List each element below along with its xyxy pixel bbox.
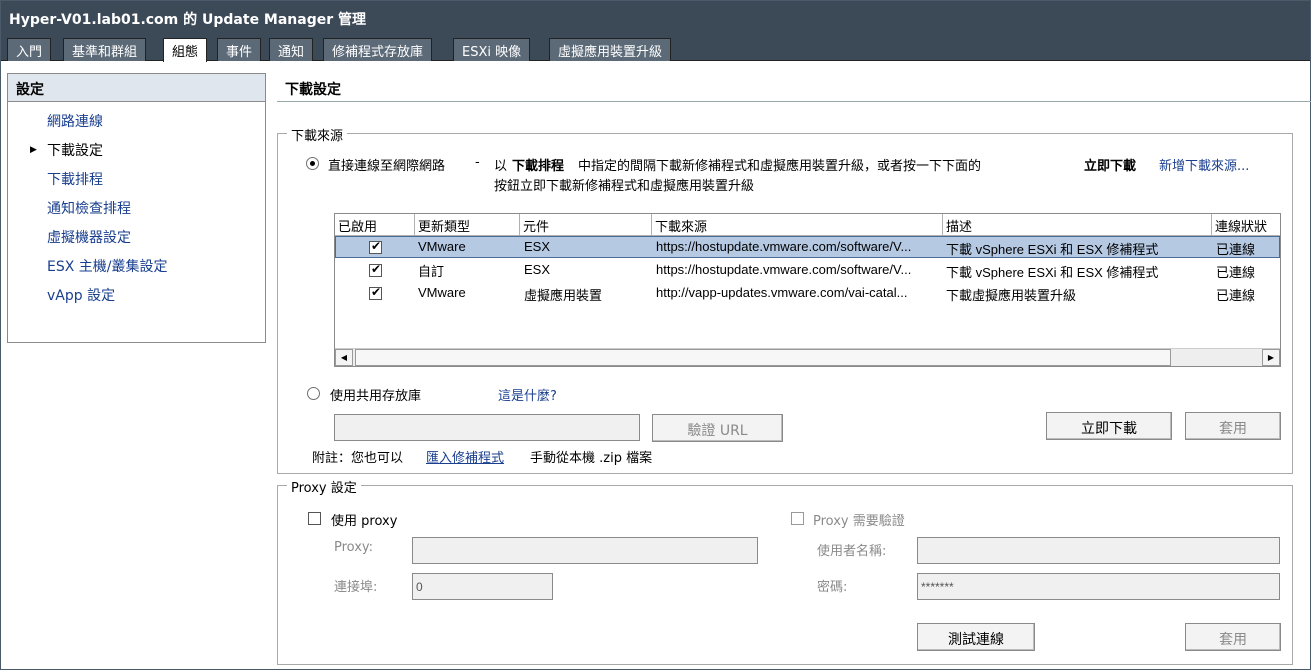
use-proxy-label: 使用 proxy — [331, 514, 398, 529]
row-description: 下載 vSphere ESXi 和 ESX 修補程式 — [946, 265, 1159, 280]
proxy-settings-legend: Proxy 設定 — [287, 477, 361, 496]
download-sources-table: 已啟用 更新類型 元件 下載來源 描述 連線狀狀 ✔ VMware ESX ht… — [334, 213, 1281, 367]
table-row[interactable]: ✔ 自訂 ESX https://hostupdate.vmware.com/s… — [335, 259, 1280, 281]
row-description: 下載虛擬應用裝置升級 — [946, 288, 1077, 303]
title-divider — [277, 101, 1311, 102]
download-sources-legend: 下載來源 — [287, 125, 348, 144]
direct-desc-bold-schedule: 下載排程 — [512, 159, 565, 174]
row-component: ESX — [524, 262, 551, 277]
proxy-host-label: Proxy: — [334, 540, 374, 555]
tab-esxi-images[interactable]: ESXi 映像 — [453, 38, 531, 61]
tab-patch-repository[interactable]: 修補程式存放庫 — [323, 38, 433, 61]
sidebar-item-esx-host-settings[interactable]: ESX 主機/叢集設定 — [47, 256, 168, 276]
scrollbar-thumb[interactable] — [355, 349, 1171, 366]
download-now-button[interactable]: 立即下載 — [1046, 412, 1172, 440]
row-enabled-checkbox[interactable]: ✔ — [369, 262, 382, 277]
page-title: 下載設定 — [285, 82, 341, 98]
proxy-host-input[interactable] — [412, 537, 758, 564]
proxy-port-label: 連接埠: — [334, 580, 378, 595]
row-component: ESX — [524, 239, 551, 254]
direct-desc-dash: - — [475, 155, 480, 170]
scroll-right-arrow-icon[interactable]: ▶ — [1262, 349, 1280, 366]
column-header-component[interactable]: 元件 — [520, 214, 652, 236]
row-source: https://hostupdate.vmware.com/software/V… — [656, 239, 912, 254]
row-type: VMware — [418, 239, 466, 254]
sidebar-item-download-settings[interactable]: 下載設定 — [47, 140, 103, 160]
column-header-description[interactable]: 描述 — [943, 214, 1212, 236]
proxy-auth-label: Proxy 需要驗證 — [813, 514, 905, 529]
proxy-password-input[interactable] — [917, 573, 1280, 600]
direct-desc-line2: 按鈕立即下載新修補程式和虛擬應用裝置升級 — [494, 179, 755, 194]
table-row[interactable]: ✔ VMware ESX https://hostupdate.vmware.c… — [335, 236, 1280, 258]
direct-connection-label: 直接連線至網際網路 — [328, 159, 446, 174]
update-manager-window: Hyper-V01.lab01.com 的 Update Manager 管理 … — [0, 0, 1311, 670]
proxy-password-label: 密碼: — [817, 580, 848, 595]
sidebar-item-vm-settings[interactable]: 虛擬機器設定 — [47, 227, 131, 247]
note-suffix: 手動從本機 .zip 檔案 — [530, 451, 653, 466]
shared-repository-label: 使用共用存放庫 — [330, 389, 422, 404]
settings-sidebar: 設定 網路連線 ▶ 下載設定 下載排程 通知檢查排程 虛擬機器設定 ESX 主機… — [7, 73, 266, 343]
add-download-source-link[interactable]: 新增下載來源... — [1159, 155, 1249, 174]
download-apply-button[interactable]: 套用 — [1185, 412, 1281, 440]
sidebar-item-network[interactable]: 網路連線 — [47, 111, 103, 131]
table-horizontal-scrollbar[interactable]: ◀ ▶ — [335, 348, 1280, 366]
row-status: 已連線 — [1216, 265, 1256, 280]
current-item-arrow-icon: ▶ — [30, 145, 37, 155]
direct-connection-radio[interactable] — [306, 157, 319, 170]
tab-events[interactable]: 事件 — [217, 38, 262, 61]
direct-desc-bold-download-now: 立即下載 — [1084, 159, 1137, 174]
row-source: http://vapp-updates.vmware.com/vai-catal… — [656, 285, 908, 300]
direct-desc-part1: 以 — [494, 159, 508, 174]
test-connection-button[interactable]: 測試連線 — [917, 623, 1035, 651]
column-header-update-type[interactable]: 更新類型 — [415, 214, 520, 236]
proxy-username-label: 使用者名稱: — [817, 544, 887, 559]
sidebar-item-notification-schedule[interactable]: 通知檢查排程 — [47, 198, 131, 218]
row-status: 已連線 — [1216, 288, 1256, 303]
row-enabled-checkbox[interactable]: ✔ — [369, 285, 382, 300]
table-row[interactable]: ✔ VMware 虛擬應用裝置 http://vapp-updates.vmwa… — [335, 282, 1280, 304]
sidebar-header: 設定 — [8, 74, 265, 102]
row-type: 自訂 — [418, 264, 445, 279]
proxy-auth-checkbox[interactable] — [791, 512, 804, 525]
repository-url-input[interactable] — [334, 414, 640, 441]
tab-configuration[interactable]: 組態 — [163, 38, 208, 62]
column-header-source[interactable]: 下載來源 — [652, 214, 943, 236]
proxy-port-input[interactable] — [412, 573, 553, 600]
row-status: 已連線 — [1216, 242, 1256, 257]
column-header-enabled[interactable]: 已啟用 — [335, 214, 415, 236]
scroll-left-arrow-icon[interactable]: ◀ — [335, 349, 353, 366]
use-proxy-checkbox[interactable] — [308, 512, 321, 525]
row-source: https://hostupdate.vmware.com/software/V… — [656, 262, 912, 277]
check-icon: ✔ — [371, 285, 382, 299]
sidebar-item-vapp-settings[interactable]: vApp 設定 — [47, 285, 115, 305]
tab-strip: 入門 基準和群組 組態 事件 通知 修補程式存放庫 ESXi 映像 虛擬應用裝置… — [1, 35, 1310, 62]
sidebar-item-download-schedule[interactable]: 下載排程 — [47, 169, 103, 189]
tab-getting-started[interactable]: 入門 — [7, 38, 52, 61]
row-type: VMware — [418, 285, 466, 300]
row-component: 虛擬應用裝置 — [524, 288, 603, 303]
row-description: 下載 vSphere ESXi 和 ESX 修補程式 — [946, 242, 1159, 257]
import-patches-link[interactable]: 匯入修補程式 — [426, 447, 504, 466]
note-prefix: 附註：您也可以 — [312, 451, 404, 466]
tab-notifications[interactable]: 通知 — [269, 38, 314, 61]
column-header-status[interactable]: 連線狀狀 — [1212, 214, 1280, 236]
shared-repository-radio[interactable] — [307, 387, 320, 400]
whats-this-link[interactable]: 這是什麼? — [498, 385, 557, 404]
row-enabled-checkbox[interactable]: ✔ — [369, 239, 382, 254]
window-title: Hyper-V01.lab01.com 的 Update Manager 管理 — [1, 1, 1310, 35]
tab-va-upgrades[interactable]: 虛擬應用裝置升級 — [549, 38, 672, 61]
direct-desc-part2: 中指定的間隔下載新修補程式和虛擬應用裝置升級，或者按一下下面的 — [578, 159, 982, 174]
proxy-apply-button[interactable]: 套用 — [1185, 623, 1281, 651]
check-icon: ✔ — [371, 262, 382, 276]
tab-baselines-groups[interactable]: 基準和群組 — [63, 38, 147, 61]
check-icon: ✔ — [371, 239, 382, 253]
proxy-username-input[interactable] — [917, 537, 1280, 564]
validate-url-button[interactable]: 驗證 URL — [652, 414, 783, 442]
